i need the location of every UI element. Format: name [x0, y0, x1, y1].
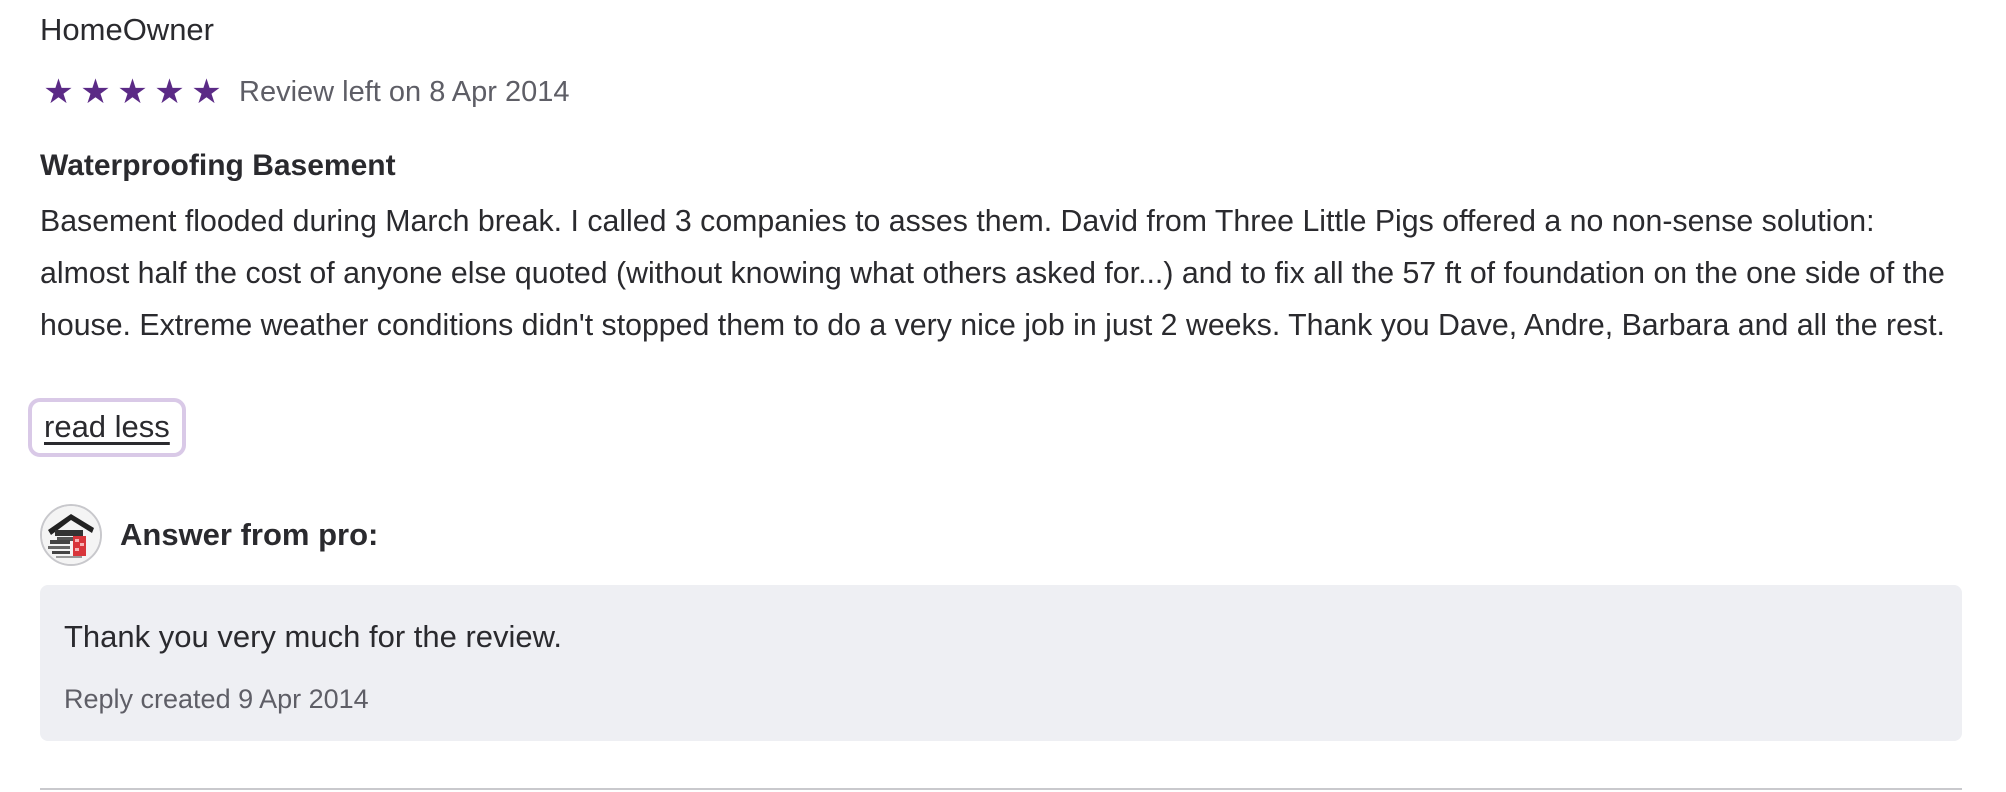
pro-answer-box: Thank you very much for the review. Repl…: [40, 585, 1962, 741]
read-less-link[interactable]: read less: [28, 398, 186, 457]
review-date: Review left on 8 Apr 2014: [239, 75, 570, 108]
star-icon: ★: [80, 73, 111, 111]
star-rating: ★ ★ ★ ★ ★: [40, 75, 225, 109]
star-icon: ★: [43, 73, 74, 111]
review-author: HomeOwner: [40, 12, 214, 47]
pro-logo-avatar-icon: [40, 504, 102, 566]
pro-answer-date: Reply created 9 Apr 2014: [64, 684, 369, 714]
answer-from-pro-label: Answer from pro:: [120, 517, 379, 552]
answer-header: Answer from pro:: [40, 503, 378, 567]
pro-logo-icon: [42, 506, 100, 564]
review-title: Waterproofing Basement: [40, 149, 396, 182]
rating-row: ★ ★ ★ ★ ★ Review left on 8 Apr 2014: [40, 70, 569, 114]
pro-answer-text: Thank you very much for the review.: [64, 619, 562, 654]
review-divider: [40, 788, 1962, 790]
star-icon: ★: [154, 73, 185, 111]
review-body: Basement flooded during March break. I c…: [40, 205, 1945, 342]
star-icon: ★: [191, 73, 222, 111]
star-icon: ★: [117, 73, 148, 111]
